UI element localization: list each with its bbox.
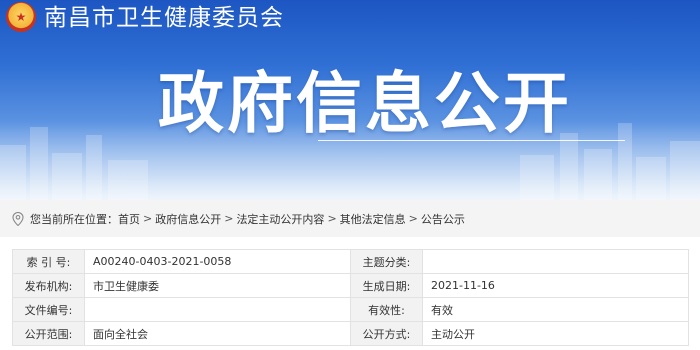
- table-row: 发布机构: 市卫生健康委 生成日期: 2021-11-16: [12, 273, 689, 298]
- breadcrumb-separator: >: [408, 212, 418, 225]
- breadcrumb-link-gov-info[interactable]: 政府信息公开: [155, 211, 221, 227]
- banner-title-underline: [318, 140, 625, 141]
- header-banner: ★ 南昌市卫生健康委员会 政府信息公开: [0, 0, 700, 200]
- document-number-value: [84, 297, 351, 322]
- national-emblem-icon[interactable]: ★: [6, 2, 36, 32]
- breadcrumb: 您当前所在位置： 首页 > 政府信息公开 > 法定主动公开内容 > 其他法定信息…: [0, 200, 700, 237]
- breadcrumb-link-statutory[interactable]: 法定主动公开内容: [236, 211, 324, 227]
- table-row: 文件编号: 有效性: 有效: [12, 297, 689, 322]
- breadcrumb-link-other-info[interactable]: 其他法定信息: [340, 211, 406, 227]
- breadcrumb-separator: >: [327, 212, 337, 225]
- breadcrumb-link-home[interactable]: 首页: [118, 211, 140, 227]
- index-number-label: 索 引 号:: [12, 249, 85, 274]
- validity-label: 有效性:: [350, 297, 423, 322]
- table-row: 公开范围: 面向全社会 公开方式: 主动公开: [12, 321, 689, 346]
- disclosure-method-value: 主动公开: [422, 321, 689, 346]
- table-row: 索 引 号: A00240-0403-2021-0058 主题分类:: [12, 249, 689, 274]
- validity-value: 有效: [422, 297, 689, 322]
- site-name[interactable]: 南昌市卫生健康委员会: [44, 0, 284, 36]
- disclosure-scope-value: 面向全社会: [84, 321, 351, 346]
- created-date-label: 生成日期:: [350, 273, 423, 298]
- publisher-label: 发布机构:: [12, 273, 85, 298]
- topic-category-value: [422, 249, 689, 274]
- disclosure-method-label: 公开方式:: [350, 321, 423, 346]
- location-pin-icon: [12, 211, 24, 226]
- index-number-value: A00240-0403-2021-0058: [84, 249, 351, 274]
- banner-title: 政府信息公开: [158, 65, 572, 142]
- document-info-table: 索 引 号: A00240-0403-2021-0058 主题分类: 发布机构:…: [12, 249, 689, 346]
- topic-category-label: 主题分类:: [350, 249, 423, 274]
- created-date-value: 2021-11-16: [422, 273, 689, 298]
- breadcrumb-separator: >: [224, 212, 234, 225]
- breadcrumb-prefix: 您当前所在位置：: [30, 212, 118, 226]
- document-number-label: 文件编号:: [12, 297, 85, 322]
- disclosure-scope-label: 公开范围:: [12, 321, 85, 346]
- publisher-value: 市卫生健康委: [84, 273, 351, 298]
- breadcrumb-separator: >: [143, 212, 153, 225]
- breadcrumb-link-notices[interactable]: 公告公示: [421, 211, 465, 227]
